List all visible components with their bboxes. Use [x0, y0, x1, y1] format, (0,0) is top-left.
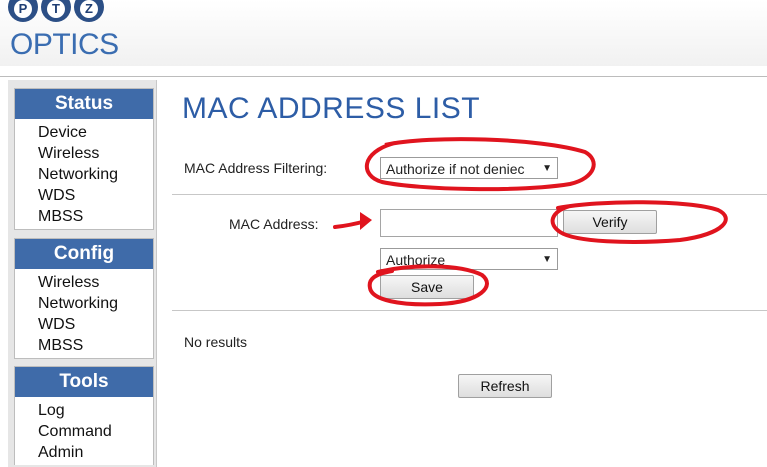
annotation-circle-verify — [550, 200, 728, 244]
red-annotations — [333, 137, 728, 307]
annotation-circle-save — [367, 264, 489, 307]
annotation-circle-filtering — [364, 137, 596, 192]
annotation-arrow-head — [360, 212, 372, 230]
